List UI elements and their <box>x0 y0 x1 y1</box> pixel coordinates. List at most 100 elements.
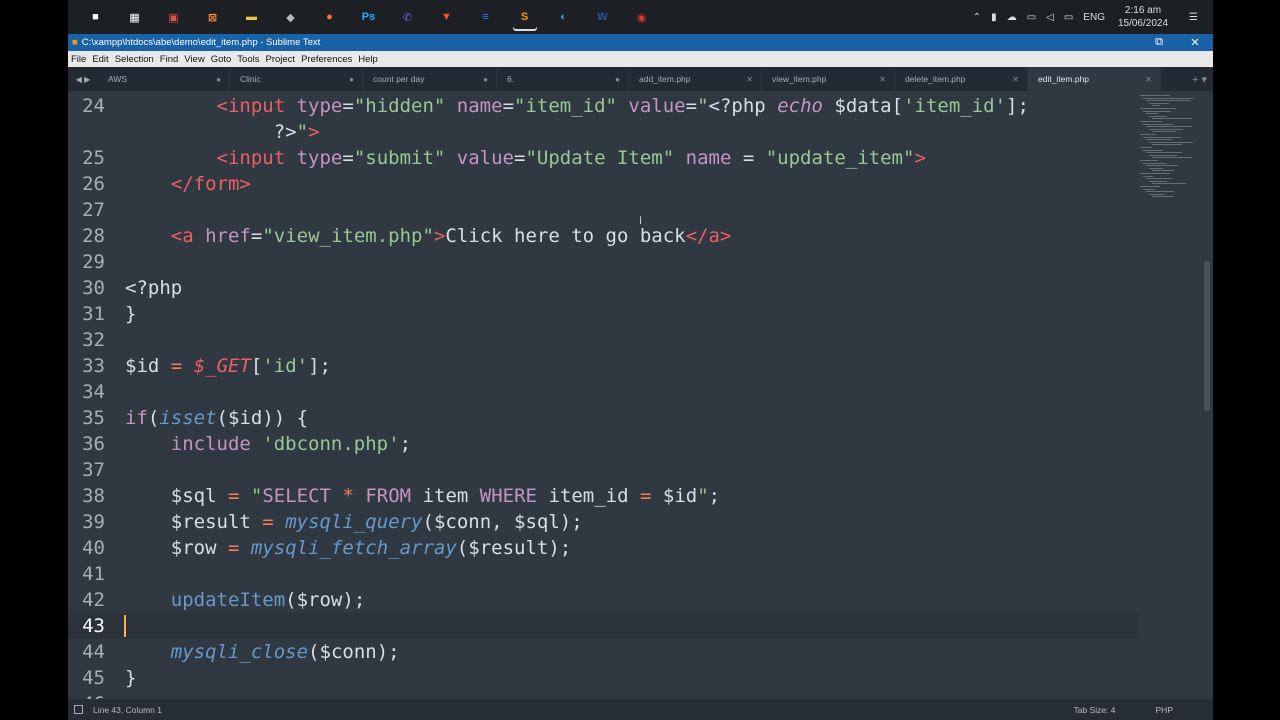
minimap-line <box>1146 152 1182 154</box>
edge-icon[interactable]: ◐ <box>552 5 576 29</box>
brave-icon[interactable]: ▼ <box>435 5 459 29</box>
notifications-icon[interactable]: ☰ <box>1189 12 1198 23</box>
code-editor[interactable]: 24 <input type="hidden" name="item_id" v… <box>68 91 1213 699</box>
battery-icon[interactable]: ▭ <box>1064 12 1073 23</box>
folder-icon[interactable]: ▬ <box>240 5 264 29</box>
tab-count-per-day[interactable]: count per day ● <box>363 67 497 91</box>
tab-label: count per day <box>373 74 425 84</box>
minimap-line <box>1140 134 1156 135</box>
code-line: 45} <box>82 667 137 689</box>
minimap-line <box>1143 188 1155 190</box>
minimap-line <box>1146 191 1174 193</box>
tab-view-item-php[interactable]: view_item.php ✕ <box>762 67 895 91</box>
menu-tools[interactable]: Tools <box>234 54 262 65</box>
new-tab-icon[interactable]: + ▾ <box>1192 73 1213 86</box>
screen: ■ ▦ ▣ ⊠ ▬ ◆ ● Ps ✆ ▼ ≡ S ◐ W ◉ ⌃ ▮ ☁ ▭ ◁ ▭ ENG 2:16 am… <box>68 0 1213 720</box>
code-line: ?>"> <box>273 121 320 143</box>
minimap-line <box>1140 108 1176 109</box>
panel-toggle-icon[interactable] <box>74 705 83 714</box>
minimap-line <box>1152 170 1174 172</box>
menu-file[interactable]: File <box>68 54 89 65</box>
tab-close-icon[interactable]: ✕ <box>879 75 886 84</box>
minimap-line <box>1143 136 1181 138</box>
unity-icon[interactable]: ◆ <box>279 5 303 29</box>
volume-icon[interactable]: ◁ <box>1046 12 1054 23</box>
text-caret <box>124 615 126 637</box>
minimap-line <box>1149 167 1163 169</box>
restore-icon[interactable]: ⧉ <box>1141 36 1177 49</box>
sublime-icon[interactable]: S <box>513 5 537 29</box>
menu-edit[interactable]: Edit <box>89 54 111 65</box>
menu-selection[interactable]: Selection <box>112 54 157 65</box>
tab-edit-item-php[interactable]: edit_item.php ✕ <box>1028 67 1161 91</box>
tab-close-icon[interactable]: ✕ <box>746 75 753 84</box>
menu-view[interactable]: View <box>181 54 207 65</box>
minimap-line <box>1146 113 1158 115</box>
store-icon[interactable]: ▣ <box>162 5 186 29</box>
code-line: 32 <box>82 329 105 351</box>
clock-time: 2:16 am <box>1124 5 1162 16</box>
minimap-line <box>1152 144 1182 146</box>
stop-icon[interactable]: ■ <box>84 5 108 29</box>
tab-close-icon[interactable]: ✕ <box>1145 75 1152 84</box>
code-line: 28 <a href="view_item.php">Click here to… <box>82 225 732 247</box>
minimap-line <box>1146 165 1178 167</box>
tab-dot-icon[interactable]: ● <box>615 75 620 84</box>
mouse-ibeam-icon: I <box>639 215 643 227</box>
minimap-line <box>1149 193 1165 195</box>
minimap-line <box>1149 141 1193 143</box>
tab-clinic[interactable]: Clinic ● <box>230 67 363 91</box>
menu-preferences[interactable]: Preferences <box>298 54 355 65</box>
notes-icon[interactable]: ≡ <box>474 5 498 29</box>
recorder-icon[interactable]: ◉ <box>630 5 654 29</box>
code-line: 30 <?php <box>82 277 183 299</box>
menu-bar: File Edit Selection Find View Goto Tools Projec… <box>68 51 1213 67</box>
system-tray: ⌃ ▮ ☁ ▭ ◁ ▭ ENG 2:16 am 15/06/2024 ☰ <box>968 0 1213 34</box>
tab-delete-item-php[interactable]: delete_item.php ✕ <box>895 67 1028 91</box>
tab-dot-icon[interactable]: ● <box>349 75 354 84</box>
firefox-icon[interactable]: ● <box>318 5 342 29</box>
menu-project[interactable]: Project <box>262 54 298 65</box>
cloud-icon[interactable]: ☁ <box>1007 12 1017 23</box>
language-indicator[interactable]: ENG <box>1083 12 1105 23</box>
menu-goto[interactable]: Goto <box>208 54 235 65</box>
vertical-scrollbar[interactable] <box>1204 261 1210 411</box>
tab-label: view_item.php <box>772 74 827 84</box>
tab-dot-icon[interactable]: ● <box>216 75 221 84</box>
clock[interactable]: 2:16 am 15/06/2024 <box>1118 4 1168 30</box>
tab-size[interactable]: Tab Size: 4 <box>1073 705 1115 715</box>
minimap[interactable] <box>1140 91 1204 211</box>
code-line: 37 <box>82 459 105 481</box>
viber-icon[interactable]: ✆ <box>396 5 420 29</box>
menu-find[interactable]: Find <box>157 54 181 65</box>
code-line: 42 updateItem($row); <box>82 589 366 611</box>
code-line: 25 <input type="submit" value="Update It… <box>82 147 926 169</box>
tab-label: AWS <box>108 74 128 84</box>
microphone-icon[interactable]: ▮ <box>991 12 997 23</box>
minimap-line <box>1149 102 1169 104</box>
tab-dot-icon[interactable]: ● <box>483 75 488 84</box>
tab-nav-arrows-icon[interactable]: ◀ ▶ <box>68 75 98 84</box>
word-icon[interactable]: W <box>591 5 615 29</box>
syntax-mode[interactable]: PHP <box>1156 705 1173 715</box>
chevron-up-icon[interactable]: ⌃ <box>973 12 981 23</box>
photoshop-icon[interactable]: Ps <box>357 5 381 29</box>
tab-close-icon[interactable]: ✕ <box>1012 75 1019 84</box>
menu-help[interactable]: Help <box>355 54 381 65</box>
terminal-icon[interactable]: ▦ <box>123 5 147 29</box>
tab-6-[interactable]: 6. ● <box>497 67 629 91</box>
tab-label: 6. <box>507 74 515 84</box>
tab-add-item-php[interactable]: add_item.php ✕ <box>629 67 762 91</box>
code-line: 24 <input type="hidden" name="item_id" v… <box>82 95 1029 117</box>
minimap-line <box>1152 196 1174 198</box>
xampp-icon[interactable]: ⊠ <box>201 5 225 29</box>
tab-label: delete_item.php <box>905 74 966 84</box>
close-icon[interactable]: ✕ <box>1177 36 1213 49</box>
minimap-line <box>1143 162 1167 164</box>
minimap-line <box>1152 131 1176 133</box>
code-line: 29 <box>82 251 105 273</box>
minimap-line <box>1146 126 1192 128</box>
display-icon[interactable]: ▭ <box>1027 12 1036 23</box>
tab-aws[interactable]: AWS ● <box>98 67 230 91</box>
window-title: C:\xampp\htdocs\abe\demo\edit_item.php -… <box>81 37 321 48</box>
